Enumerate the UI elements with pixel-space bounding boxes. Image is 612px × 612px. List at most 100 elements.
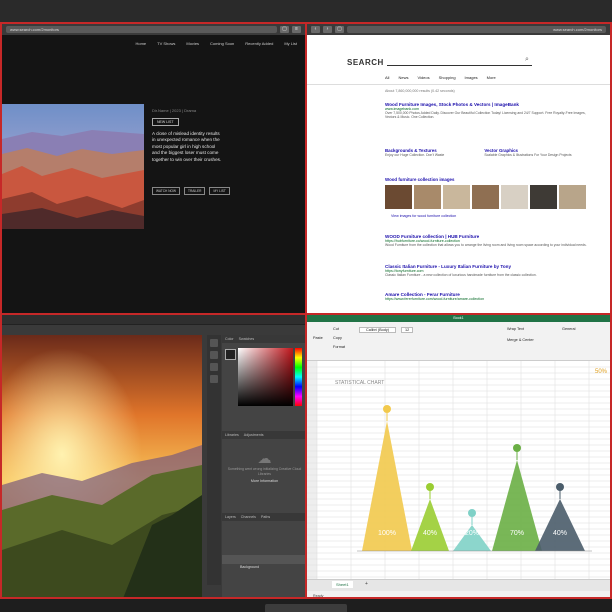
cut-button[interactable]: Cut xyxy=(333,327,339,331)
browser-toolbar: www.search.com/2monitors ▢ ≡ xyxy=(2,24,305,35)
back-icon[interactable]: ‹ xyxy=(311,26,320,33)
search-icon[interactable]: ⌕ xyxy=(525,56,529,64)
add-sheet-icon[interactable]: + xyxy=(365,581,368,587)
thumbnail[interactable] xyxy=(414,185,441,209)
menu-icon[interactable]: ≡ xyxy=(292,26,301,33)
tab-adjustments[interactable]: Adjustments xyxy=(244,431,264,439)
trailer-button[interactable]: TRAILER xyxy=(184,187,206,195)
view-more-link[interactable]: View images for wood furniture collectio… xyxy=(391,214,456,218)
tab-all[interactable]: All xyxy=(385,75,389,80)
thumbnail[interactable] xyxy=(443,185,470,209)
tab-layers[interactable]: Layers xyxy=(225,513,236,521)
address-bar[interactable]: www.search.com/2monitors xyxy=(347,26,606,33)
divider xyxy=(307,84,610,85)
result-sublinks: Backgrounds & Textures Enjoy our Huge Col… xyxy=(385,148,572,158)
tab-videos[interactable]: Videos xyxy=(417,75,429,80)
images-heading[interactable]: Wood furniture collection images xyxy=(385,177,454,182)
tab-channels[interactable]: Channels xyxy=(241,513,256,521)
sunset-landscape-canvas[interactable] xyxy=(2,335,202,599)
tab-swatches[interactable]: Swatches xyxy=(239,335,255,343)
result-desc: Over 7,500,000 Photos Added Daily. Disco… xyxy=(385,111,586,120)
streaming-window: www.search.com/2monitors ▢ ≡ Home TV Sho… xyxy=(0,22,307,315)
hero-canyon-image xyxy=(2,104,144,229)
result-desc: Wood Furniture from the collection that … xyxy=(385,243,587,247)
wrap-text-button[interactable]: Wrap Text xyxy=(507,327,524,331)
photoshop-window: Color Swatches Libraries Adjustments ☁ S… xyxy=(0,313,307,599)
tab-icon[interactable]: ▢ xyxy=(280,26,289,33)
copy-button[interactable]: Copy xyxy=(333,336,342,340)
history-tool-icon[interactable] xyxy=(210,375,218,383)
search-window: ‹ › ▢ www.search.com/2monitors SEARCH ⌕ … xyxy=(305,22,612,315)
nav-tv-shows[interactable]: TV Shows xyxy=(157,41,175,46)
tab-news[interactable]: News xyxy=(398,75,408,80)
nav-home[interactable]: Home xyxy=(135,41,146,46)
font-select[interactable]: Calibri (Body) xyxy=(359,327,396,333)
font-size-select[interactable]: 12 xyxy=(401,327,414,333)
chart-peak-dot xyxy=(383,405,391,413)
spreadsheet-grid[interactable]: STATISTICAL CHART 50% 100% 40% 20% 70% 40% xyxy=(307,361,612,579)
monitor-stand xyxy=(265,604,347,612)
thumbnail[interactable] xyxy=(385,185,412,209)
color-panel-tabs: Color Swatches xyxy=(222,335,305,343)
foreground-swatch[interactable] xyxy=(225,349,236,360)
tab-color[interactable]: Color xyxy=(225,335,234,343)
sheet-tab[interactable]: Sheet1 xyxy=(332,581,353,588)
chart-value-label: 40% xyxy=(553,530,567,537)
side-panel: Color Swatches Libraries Adjustments ☁ S… xyxy=(222,335,305,597)
result-count: About 7,860,000,000 results (0.42 second… xyxy=(385,89,455,93)
movie-meta: Dir.Name | 2023 | Drama xyxy=(152,108,197,113)
chart-value-label: 40% xyxy=(423,530,437,537)
thumbnail[interactable] xyxy=(472,185,499,209)
thumbnail[interactable] xyxy=(501,185,528,209)
number-format-select[interactable]: General xyxy=(562,327,576,331)
error-message: Something went wrong initializing Creati… xyxy=(227,467,302,476)
tab-images[interactable]: Images xyxy=(465,75,478,80)
new-list-tag[interactable]: NEW LIST xyxy=(152,118,179,126)
more-information-link[interactable]: More Information xyxy=(222,479,305,483)
library-panel-tabs: Libraries Adjustments xyxy=(222,431,305,439)
color-picker-field[interactable] xyxy=(238,348,293,406)
row-header xyxy=(307,361,317,579)
chart-corner-label: 50% xyxy=(595,369,608,375)
watch-now-button[interactable]: WATCH NOW xyxy=(152,187,181,195)
paste-button[interactable]: Paste xyxy=(313,336,323,340)
my-list-button[interactable]: MY LIST xyxy=(209,187,230,195)
layer-row[interactable]: Background xyxy=(222,555,305,569)
tab-libraries[interactable]: Libraries xyxy=(225,431,239,439)
movie-actions: WATCH NOW TRAILER MY LIST xyxy=(152,187,230,195)
status-bar: Ready xyxy=(307,591,610,597)
search-result: Classic Italian Furniture - Luxury Itali… xyxy=(385,264,595,277)
layer-name: Background xyxy=(240,565,260,569)
menu-bar xyxy=(2,315,305,325)
sublink-desc: Enjoy our Huge Collection. Don't Waste xyxy=(385,153,445,157)
tab-icon[interactable]: ▢ xyxy=(335,26,344,33)
thumbnail[interactable] xyxy=(559,185,586,209)
chart-peak-dot xyxy=(556,483,564,491)
window-title: Book1 xyxy=(307,315,610,322)
result-url: https://www.fererfurniture.com/wood-furn… xyxy=(385,297,485,301)
tab-shopping[interactable]: Shopping xyxy=(439,75,456,80)
nav-recently-added[interactable]: Recently Added xyxy=(245,41,273,46)
creative-cloud-icon: ☁ xyxy=(257,450,272,466)
search-input[interactable] xyxy=(387,65,532,66)
libraries-message: ☁ Something went wrong initializing Crea… xyxy=(222,450,305,483)
adjust-tool-icon[interactable] xyxy=(210,351,218,359)
forward-icon[interactable]: › xyxy=(323,26,332,33)
ribbon: Paste Cut Copy Format Calibri (Body) 12 … xyxy=(307,322,610,361)
search-tabs: All News Videos Shopping Images More xyxy=(385,75,496,80)
chart-value-label: 20% xyxy=(465,530,479,537)
format-button[interactable]: Format xyxy=(333,345,345,349)
layers-panel-tabs: Layers Channels Paths xyxy=(222,513,305,521)
chart-value-label: 100% xyxy=(378,530,396,537)
address-bar[interactable]: www.search.com/2monitors xyxy=(6,26,277,33)
nav-movies[interactable]: Movies xyxy=(186,41,199,46)
merge-center-button[interactable]: Merge & Center xyxy=(507,338,534,342)
tab-more[interactable]: More xyxy=(487,75,496,80)
nav-my-list[interactable]: My List xyxy=(284,41,297,46)
nav-coming-soon[interactable]: Coming Soon xyxy=(210,41,234,46)
layers-tool-icon[interactable] xyxy=(210,363,218,371)
move-tool-icon[interactable] xyxy=(210,339,218,347)
thumbnail[interactable] xyxy=(530,185,557,209)
hue-slider[interactable] xyxy=(295,348,302,406)
tab-paths[interactable]: Paths xyxy=(261,513,270,521)
